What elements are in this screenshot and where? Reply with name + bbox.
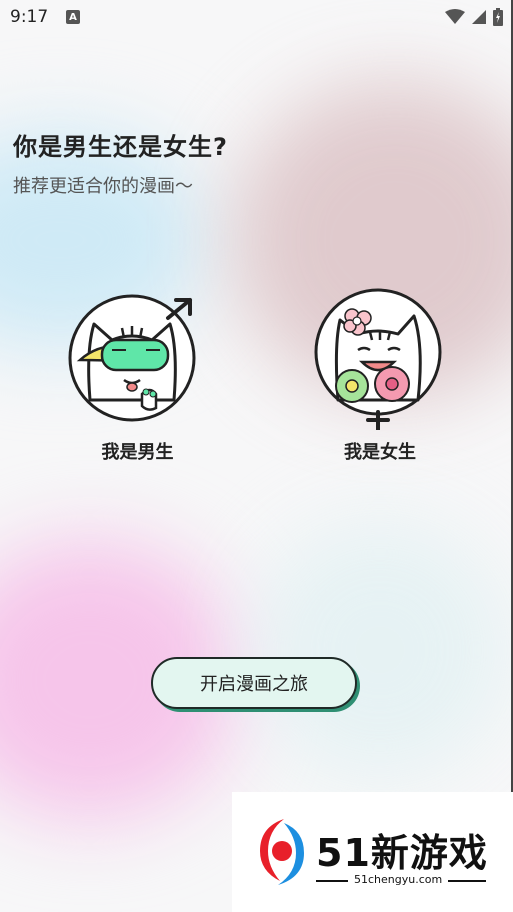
male-option[interactable]: 我是男生 — [60, 290, 215, 464]
male-cat-avatar-icon — [68, 294, 196, 422]
watermark-title: 51新游戏 — [316, 831, 488, 875]
start-comic-journey-button[interactable]: 开启漫画之旅 — [151, 657, 357, 709]
watermark-url: 51chengyu.com — [348, 873, 449, 886]
cell-signal-icon — [472, 10, 486, 24]
background-blob-teal — [250, 520, 510, 780]
watermark: 51新游戏 51chengyu.com — [232, 792, 513, 912]
notification-icon: A — [66, 10, 80, 24]
status-time: 9:17 — [10, 7, 49, 27]
status-bar: 9:17 A — [0, 0, 513, 36]
status-indicators — [445, 8, 503, 26]
wifi-icon — [445, 9, 465, 24]
female-cat-avatar-icon — [314, 288, 442, 432]
page-title: 你是男生还是女生? — [13, 133, 228, 161]
female-option[interactable]: 我是女生 — [300, 288, 460, 464]
site-logo-icon — [260, 819, 304, 885]
male-option-label: 我是男生 — [101, 442, 174, 463]
page-subtitle: 推荐更适合你的漫画～ — [13, 176, 193, 197]
battery-icon — [493, 8, 503, 26]
female-option-label: 我是女生 — [344, 442, 416, 463]
